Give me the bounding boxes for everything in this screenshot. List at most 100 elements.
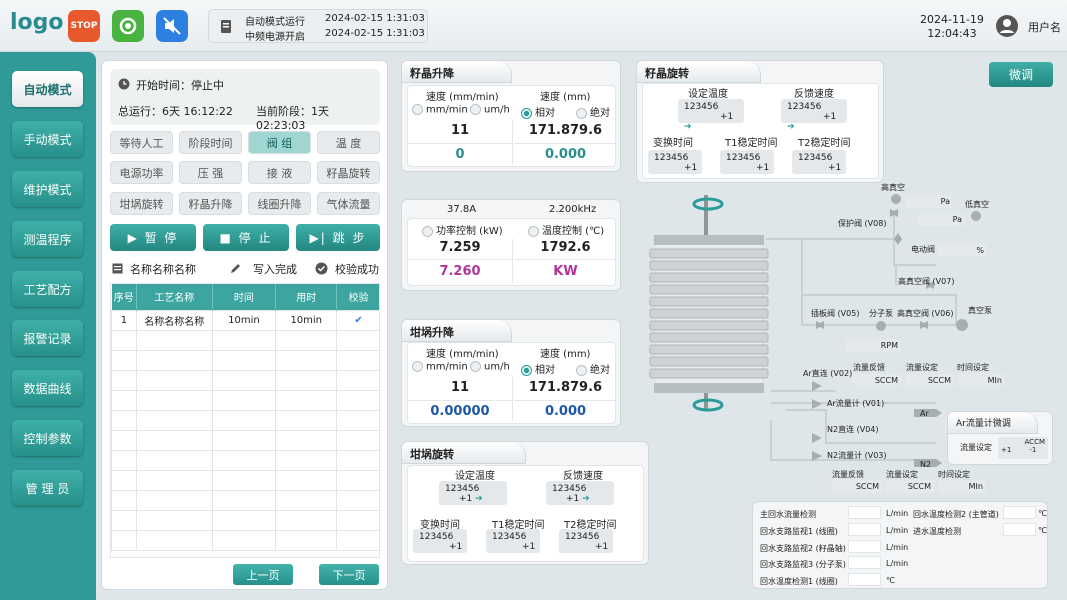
- n2-outlet-label: N2: [920, 460, 932, 469]
- tag-liquid[interactable]: 接 液: [248, 161, 311, 184]
- stop-icon[interactable]: STOP: [68, 10, 100, 42]
- seed-rot-t2-label: T2稳定时间: [798, 138, 851, 149]
- table-row[interactable]: [111, 509, 379, 531]
- status-doc-icon: [221, 20, 231, 33]
- tag-coil-lift[interactable]: 线圈升降: [248, 192, 311, 215]
- tag-seed-lift[interactable]: 籽晶升降: [179, 192, 242, 215]
- tag-pressure[interactable]: 压 强: [179, 161, 242, 184]
- temp-control-radio[interactable]: 温度控制 (℃): [528, 222, 604, 237]
- table-row[interactable]: [111, 409, 379, 431]
- table-row[interactable]: [111, 349, 379, 371]
- hv-valve-v07-label: 高真空阀 (V07): [898, 277, 955, 286]
- table-row[interactable]: [111, 529, 379, 551]
- tag-temperature[interactable]: 温 度: [317, 131, 380, 154]
- seed-lift-radio-absolute[interactable]: 绝对: [576, 104, 610, 119]
- nav-recipe[interactable]: 工艺配方: [12, 271, 83, 307]
- mute-icon[interactable]: [156, 10, 188, 42]
- crucible-rot-t1-input[interactable]: 123456 +1: [486, 529, 540, 553]
- power-control-radio[interactable]: 功率控制 (kW): [422, 222, 503, 237]
- ar-flow-tune-title: Ar流量计微调: [948, 412, 1038, 434]
- table-row[interactable]: [111, 369, 379, 391]
- ar-time-set[interactable]: MIn: [957, 374, 1005, 387]
- tag-valve-group[interactable]: 阀 组: [248, 131, 311, 154]
- crucible-rot-fb-speed-input[interactable]: 123456 +1 ➔: [546, 481, 614, 505]
- water-label-5: 回水温度检测1 (线圈): [760, 577, 838, 586]
- tag-gas-flow[interactable]: 气体流量: [317, 192, 380, 215]
- nav-admin[interactable]: 管 理 员: [12, 470, 83, 506]
- water-monitor-panel: 主回水流量检测 L/min 回水支路监视1 (线圈) L/min 回水支路监视2…: [752, 501, 1048, 589]
- tag-crucible-rotation[interactable]: 坩埚旋转: [110, 192, 173, 215]
- nav-temp-program[interactable]: 测温程序: [12, 221, 83, 257]
- seed-lift-speed-value[interactable]: 11: [408, 123, 512, 144]
- tag-seed-rotation[interactable]: 籽晶旋转: [317, 161, 380, 184]
- th-used: 用时: [275, 284, 338, 310]
- pause-button[interactable]: ▶ 暂 停: [110, 224, 196, 251]
- seed-rot-switch-time-input[interactable]: 123456 +1: [648, 150, 702, 174]
- crucible-rot-t2-input[interactable]: 123456 +1: [559, 529, 613, 553]
- water-unit-2: L/min: [886, 526, 909, 535]
- nav-control-params[interactable]: 控制参数: [12, 420, 83, 456]
- recipe-name: 名称名称名称: [130, 263, 196, 276]
- table-row[interactable]: [111, 429, 379, 451]
- power-setpoint[interactable]: 7.259: [408, 240, 512, 260]
- next-page-button[interactable]: 下一页: [319, 564, 379, 585]
- prev-page-button[interactable]: 上一页: [233, 564, 293, 585]
- crucible-lift-position-value[interactable]: 171.879.6: [514, 380, 617, 401]
- nav-auto-mode[interactable]: 自动模式: [12, 71, 83, 107]
- seed-rot-t2-input[interactable]: 123456 +1: [792, 150, 846, 174]
- electric-valve-label: 电动阀: [911, 245, 935, 254]
- check-circle-icon: [315, 262, 328, 275]
- n2-time-set[interactable]: MIn: [938, 480, 986, 493]
- tag-stage-time[interactable]: 阶段时间: [179, 131, 242, 154]
- crucible-rot-set-temp-input[interactable]: 123456 +1 ➔: [439, 481, 507, 505]
- crucible-lift-radio-mmmin[interactable]: mm/min: [412, 361, 468, 373]
- fine-tune-button[interactable]: 微调: [989, 62, 1053, 87]
- nav-alarm-log[interactable]: 报警记录: [12, 320, 83, 356]
- username[interactable]: 用户名: [1028, 19, 1061, 35]
- tag-power[interactable]: 电源功率: [110, 161, 173, 184]
- ar-tune-input[interactable]: ACCM +1 -1: [998, 437, 1048, 459]
- table-row[interactable]: 1 名称名称名称 10min 10min ✔: [111, 309, 379, 331]
- table-row[interactable]: [111, 469, 379, 491]
- th-no: 序号: [111, 284, 137, 310]
- table-row[interactable]: [111, 489, 379, 511]
- flow-feedback-label: 流量反馈: [853, 363, 885, 372]
- seed-rot-set-temp-input[interactable]: 123456 +1 ➔: [678, 99, 744, 132]
- table-row[interactable]: [111, 389, 379, 411]
- seed-rot-t1-input[interactable]: 123456 +1: [720, 150, 774, 174]
- seed-rot-fb-speed-input[interactable]: 123456 +1 ➔: [781, 99, 847, 132]
- tag-wait-manual[interactable]: 等待人工: [110, 131, 173, 154]
- crucible-lift-radio-umh[interactable]: um/h: [470, 361, 510, 373]
- crucible-lift-speed-label-1: 速度 (mm/min): [426, 349, 499, 360]
- seed-lift-radio-relative[interactable]: 相对: [521, 104, 555, 119]
- table-row[interactable]: [111, 449, 379, 471]
- crucible-lift-speed-value[interactable]: 11: [408, 380, 512, 401]
- seed-lift-position-value[interactable]: 171.879.6: [514, 123, 617, 144]
- nav-manual-mode[interactable]: 手动模式: [12, 121, 83, 157]
- status-line-2-time: 2024-02-15 1:31:03: [325, 28, 425, 39]
- crucible-lift-radio-relative[interactable]: 相对: [521, 361, 555, 376]
- seed-lift-radio-mmmin[interactable]: mm/min: [412, 104, 468, 116]
- top-bar: logo STOP 自动模式运行 2024-02-15 1:31:03 中频电源…: [0, 0, 1067, 52]
- status-line-1-time: 2024-02-15 1:31:03: [325, 13, 425, 24]
- ar-flow-set[interactable]: SCCM: [906, 374, 954, 387]
- seed-lift-radio-umh[interactable]: um/h: [470, 104, 510, 116]
- recipe-icon: [112, 263, 123, 274]
- power-icon[interactable]: [112, 10, 144, 42]
- stop-button[interactable]: ■ 停 止: [203, 224, 289, 251]
- crucible-lift-radio-absolute[interactable]: 绝对: [576, 361, 610, 376]
- crucible-rot-switch-time-input[interactable]: 123456 +1: [413, 529, 467, 553]
- nav-data-curve[interactable]: 数据曲线: [12, 370, 83, 406]
- seed-rot-fb-speed-label: 反馈速度: [794, 89, 834, 100]
- seed-lift-position-feedback: 0.000: [544, 147, 587, 162]
- seed-lift-title: 籽晶升降: [402, 61, 512, 83]
- nav-maintenance-mode[interactable]: 维护模式: [12, 171, 83, 207]
- avatar[interactable]: [996, 15, 1018, 37]
- n2-flow-set[interactable]: SCCM: [886, 480, 934, 493]
- protect-valve-label: 保护阀 (V08): [838, 219, 887, 228]
- skip-button[interactable]: ▶| 跳 步: [296, 224, 380, 251]
- temp-setpoint[interactable]: 1792.6: [514, 240, 617, 260]
- table-row[interactable]: [111, 329, 379, 351]
- high-vacuum-label: 高真空: [881, 183, 905, 192]
- frequency-reading: 2.200kHz: [549, 204, 597, 215]
